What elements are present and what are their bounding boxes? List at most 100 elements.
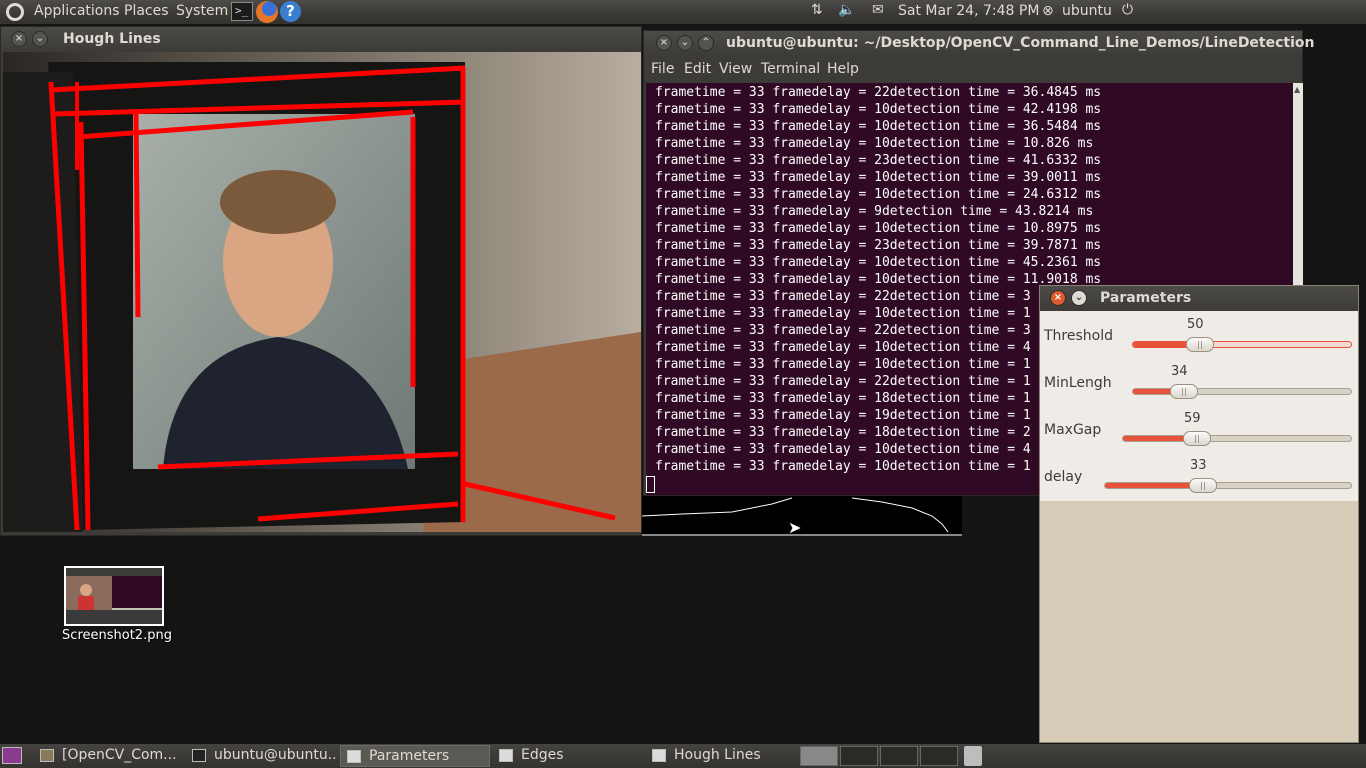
terminal-line: frametime = 33 framedelay = 10detection … [655, 187, 1102, 202]
desktop-file-label: Screenshot2.png [62, 628, 172, 643]
system-menu[interactable]: System [176, 3, 228, 19]
slider-label-threshold: Threshold [1044, 328, 1113, 344]
menu-terminal[interactable]: Terminal [761, 61, 820, 77]
desktop-file-icon[interactable]: Screenshot2.png [62, 566, 172, 646]
menu-help[interactable]: Help [827, 61, 859, 77]
menu-file[interactable]: File [651, 61, 674, 77]
help-launcher-icon[interactable]: ? [280, 1, 301, 22]
terminal-line: frametime = 33 framedelay = 10detection … [655, 357, 1031, 372]
terminal-line: frametime = 33 framedelay = 10detection … [655, 442, 1031, 457]
task-terminal[interactable]: ubuntu@ubuntu... [186, 745, 336, 767]
terminal-launcher-icon[interactable]: >_ [231, 2, 253, 21]
bottom-panel: [OpenCV_Com... ubuntu@ubuntu... Paramete… [0, 744, 1366, 768]
mouse-cursor-icon: ➤ [788, 518, 802, 537]
terminal-line: frametime = 33 framedelay = 10detection … [655, 170, 1102, 185]
terminal-menubar: File Edit View Terminal Help [644, 56, 1302, 83]
slider-label-minlengh: MinLengh [1044, 375, 1112, 391]
window-icon [499, 749, 513, 762]
show-desktop-icon[interactable] [2, 747, 22, 764]
volume-icon[interactable]: 🔈 [838, 2, 855, 18]
hough-titlebar[interactable]: × ⌄ Hough Lines [1, 27, 641, 52]
network-icon[interactable]: ⇅ [811, 2, 823, 18]
task-hough-lines[interactable]: Hough Lines [646, 745, 796, 767]
slider-value: 34 [1171, 364, 1188, 379]
slider-maxgap[interactable]: || [1122, 431, 1352, 446]
parameters-titlebar[interactable]: × ⌄ Parameters [1040, 286, 1358, 311]
screenshot-thumbnail [64, 566, 164, 626]
window-icon [652, 749, 666, 762]
slider-delay[interactable]: || [1104, 478, 1352, 493]
slider-value: 59 [1184, 411, 1201, 426]
user-status-icon[interactable]: ⊗ [1042, 3, 1054, 19]
workspace-1[interactable] [800, 746, 838, 766]
user-menu[interactable]: ubuntu [1062, 3, 1112, 19]
slider-value: 50 [1187, 317, 1204, 332]
hough-lines-window: × ⌄ Hough Lines [0, 26, 642, 536]
menu-view[interactable]: View [719, 61, 752, 77]
slider-thumb[interactable]: || [1170, 384, 1198, 399]
workspace-2[interactable] [840, 746, 878, 766]
slider-threshold[interactable]: || [1132, 337, 1352, 352]
chevron-down-icon[interactable]: ⌄ [1071, 290, 1087, 306]
terminal-line: frametime = 33 framedelay = 10detection … [655, 272, 1102, 287]
terminal-line: frametime = 33 framedelay = 10detection … [655, 459, 1031, 474]
chevron-down-icon[interactable]: ⌄ [32, 31, 48, 47]
terminal-line: frametime = 33 framedelay = 22detection … [655, 374, 1031, 389]
slider-thumb[interactable]: || [1183, 431, 1211, 446]
mail-icon[interactable]: ✉ [872, 2, 884, 18]
close-icon[interactable]: × [11, 31, 27, 47]
terminal-line: frametime = 33 framedelay = 23detection … [655, 238, 1102, 253]
slider-label-maxgap: MaxGap [1044, 422, 1102, 438]
terminal-cursor [646, 476, 655, 493]
parameters-window: × ⌄ Parameters Threshold 50 || MinLengh 34 ||… [1039, 285, 1359, 743]
edges-image [641, 497, 949, 533]
terminal-lines: frametime = 33 framedelay = 22detection … [655, 84, 1101, 475]
folder-icon [40, 749, 54, 762]
terminal-titlebar[interactable]: × ⌄ ⌃ ubuntu@ubuntu: ~/Desktop/OpenCV_Co… [644, 31, 1315, 56]
terminal-line: frametime = 33 framedelay = 22detection … [655, 85, 1102, 100]
firefox-launcher-icon[interactable] [256, 1, 278, 23]
terminal-line: frametime = 33 framedelay = 19detection … [655, 408, 1031, 423]
slider-fill [1105, 483, 1199, 488]
edges-window: ➤ [641, 494, 962, 537]
slider-thumb[interactable]: || [1186, 337, 1214, 352]
hough-lines-image [3, 52, 641, 532]
trash-icon[interactable] [964, 746, 982, 766]
workspace-4[interactable] [920, 746, 958, 766]
terminal-line: frametime = 33 framedelay = 10detection … [655, 102, 1102, 117]
applications-menu[interactable]: Applications [34, 3, 120, 19]
terminal-line: frametime = 33 framedelay = 10detection … [655, 340, 1031, 355]
window-title: ubuntu@ubuntu: ~/Desktop/OpenCV_Command_… [726, 35, 1315, 51]
terminal-line: frametime = 33 framedelay = 10detection … [655, 221, 1102, 236]
close-icon[interactable]: × [656, 35, 672, 51]
task-edges[interactable]: Edges [493, 745, 643, 767]
terminal-line: frametime = 33 framedelay = 18detection … [655, 391, 1031, 406]
terminal-line: frametime = 33 framedelay = 10detection … [655, 255, 1102, 270]
terminal-line: frametime = 33 framedelay = 23detection … [655, 153, 1102, 168]
terminal-line: frametime = 33 framedelay = 18detection … [655, 425, 1031, 440]
clock[interactable]: Sat Mar 24, 7:48 PM [898, 3, 1039, 19]
chevron-down-icon[interactable]: ⌄ [677, 35, 693, 51]
menu-edit[interactable]: Edit [684, 61, 711, 77]
terminal-line: frametime = 33 framedelay = 22detection … [655, 323, 1031, 338]
scroll-up-icon[interactable]: ▲ [1294, 85, 1300, 94]
slider-minlengh[interactable]: || [1132, 384, 1352, 399]
task-parameters[interactable]: Parameters [340, 745, 490, 767]
places-menu[interactable]: Places [124, 3, 169, 19]
hough-video-frame [3, 52, 641, 532]
terminal-icon [192, 749, 206, 762]
terminal-line: frametime = 33 framedelay = 10detection … [655, 306, 1031, 321]
top-panel: Applications Places System >_ ? ⇅ 🔈 ✉ Sa… [0, 0, 1366, 24]
maximize-icon[interactable]: ⌃ [698, 35, 714, 51]
ubuntu-logo-icon[interactable] [6, 3, 24, 21]
terminal-line: frametime = 33 framedelay = 9detection t… [655, 204, 1094, 219]
workspace-3[interactable] [880, 746, 918, 766]
slider-value: 33 [1190, 458, 1207, 473]
close-icon[interactable]: × [1050, 290, 1066, 306]
task-opencv-folder[interactable]: [OpenCV_Com... [34, 745, 184, 767]
terminal-line: frametime = 33 framedelay = 22detection … [655, 289, 1031, 304]
window-title: Hough Lines [63, 31, 161, 47]
window-icon [347, 750, 361, 763]
slider-thumb[interactable]: || [1189, 478, 1217, 493]
power-icon[interactable]: ⏻ [1122, 2, 1133, 18]
